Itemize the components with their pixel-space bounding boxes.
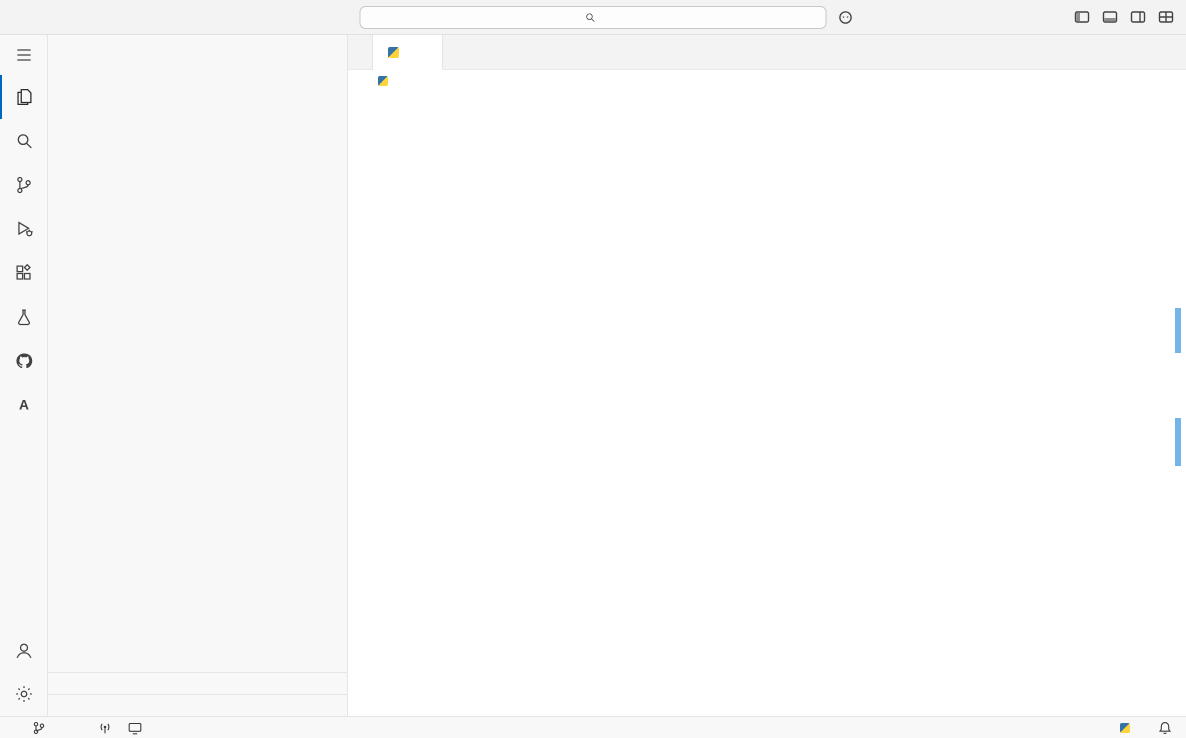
minimap-change-marker	[1075, 148, 1077, 166]
python-file-icon	[378, 76, 388, 86]
tree-root-folder[interactable]	[48, 70, 347, 92]
annotation-red-edge	[413, 416, 415, 597]
toggle-panel-icon[interactable]	[1102, 9, 1118, 25]
python-icon	[1120, 723, 1130, 733]
tab-production-py[interactable]	[373, 35, 443, 70]
code-editor[interactable]	[348, 92, 1186, 716]
gear-icon	[13, 683, 35, 705]
toggle-sidebar-icon[interactable]	[1074, 9, 1090, 25]
modified-region-marker	[1175, 308, 1181, 353]
activity-bar: A	[0, 35, 48, 716]
accounts-button[interactable]	[0, 628, 47, 672]
file-tree	[48, 92, 347, 672]
screen-icon	[128, 721, 142, 735]
command-center-search[interactable]	[360, 6, 827, 29]
customize-layout-icon[interactable]	[1158, 9, 1174, 25]
branch-indicator[interactable]	[26, 717, 56, 738]
ports-antenna-icon	[98, 721, 112, 735]
menu-button[interactable]	[0, 35, 47, 75]
run-debug-button[interactable]	[0, 207, 47, 251]
vscode-window: A	[0, 0, 1186, 738]
annotation-red-edge	[413, 236, 415, 399]
encoding-indicator[interactable]	[1074, 717, 1086, 738]
language-indicator[interactable]	[1098, 717, 1114, 738]
files-icon	[13, 86, 35, 108]
tab-readme-preview[interactable]	[348, 35, 373, 70]
extensions-button[interactable]	[0, 251, 47, 295]
eol-indicator[interactable]	[1086, 717, 1098, 738]
hamburger-icon	[14, 45, 34, 65]
minimap[interactable]	[1075, 92, 1163, 716]
bell-icon	[1158, 721, 1172, 735]
modified-region-marker	[1175, 418, 1181, 466]
workbench: A	[0, 35, 1186, 716]
status-bar	[0, 716, 1186, 738]
activity-bar-spacer	[0, 427, 47, 628]
sync-button[interactable]	[56, 717, 68, 738]
svg-text:A: A	[19, 398, 29, 413]
breadcrumb	[348, 70, 1186, 92]
timeline-section[interactable]	[48, 694, 347, 716]
github-icon	[13, 350, 35, 372]
extensions-icon	[13, 262, 35, 284]
python-version-indicator[interactable]	[1114, 717, 1140, 738]
cursor-position[interactable]	[1050, 717, 1062, 738]
source-control-button[interactable]	[0, 163, 47, 207]
explorer-header	[48, 35, 347, 70]
search-button[interactable]	[0, 119, 47, 163]
editor-actions	[1129, 35, 1186, 69]
azure-button[interactable]: A	[0, 383, 47, 427]
beaker-icon	[13, 306, 35, 328]
editor-group	[348, 35, 1186, 716]
copilot-icon	[838, 10, 853, 25]
settings-button[interactable]	[0, 672, 47, 716]
account-icon	[13, 639, 35, 661]
scm-badge	[27, 188, 42, 203]
github-button[interactable]	[0, 339, 47, 383]
tab-bar	[348, 35, 1186, 70]
status-right	[1050, 717, 1186, 738]
title-bar	[0, 0, 1186, 35]
explorer-sidebar	[48, 35, 348, 716]
notifications-button[interactable]	[1152, 717, 1178, 738]
copilot-menu[interactable]	[838, 10, 856, 25]
remote-indicator[interactable]	[0, 717, 26, 738]
indentation-indicator[interactable]	[1062, 717, 1074, 738]
azure-icon: A	[13, 394, 35, 416]
problems-indicator[interactable]	[68, 717, 92, 738]
git-branch-icon	[32, 721, 46, 735]
ports-indicator[interactable]	[92, 717, 122, 738]
testing-button[interactable]	[0, 295, 47, 339]
overview-ruler[interactable]	[1163, 92, 1186, 716]
debug-icon	[13, 218, 35, 240]
python-file-icon	[388, 47, 399, 58]
keyboard-layout-indicator[interactable]	[1140, 717, 1152, 738]
sidebar-sections	[48, 672, 347, 716]
search-icon	[583, 11, 596, 24]
connect-button[interactable]	[122, 717, 152, 738]
explorer-button[interactable]	[0, 75, 47, 119]
minimap-change-marker	[1075, 168, 1077, 188]
run-button[interactable]	[1129, 51, 1130, 53]
outline-section[interactable]	[48, 672, 347, 694]
layout-controls	[1074, 9, 1174, 25]
toggle-secondary-sidebar-icon[interactable]	[1130, 9, 1146, 25]
search-icon	[13, 130, 35, 152]
